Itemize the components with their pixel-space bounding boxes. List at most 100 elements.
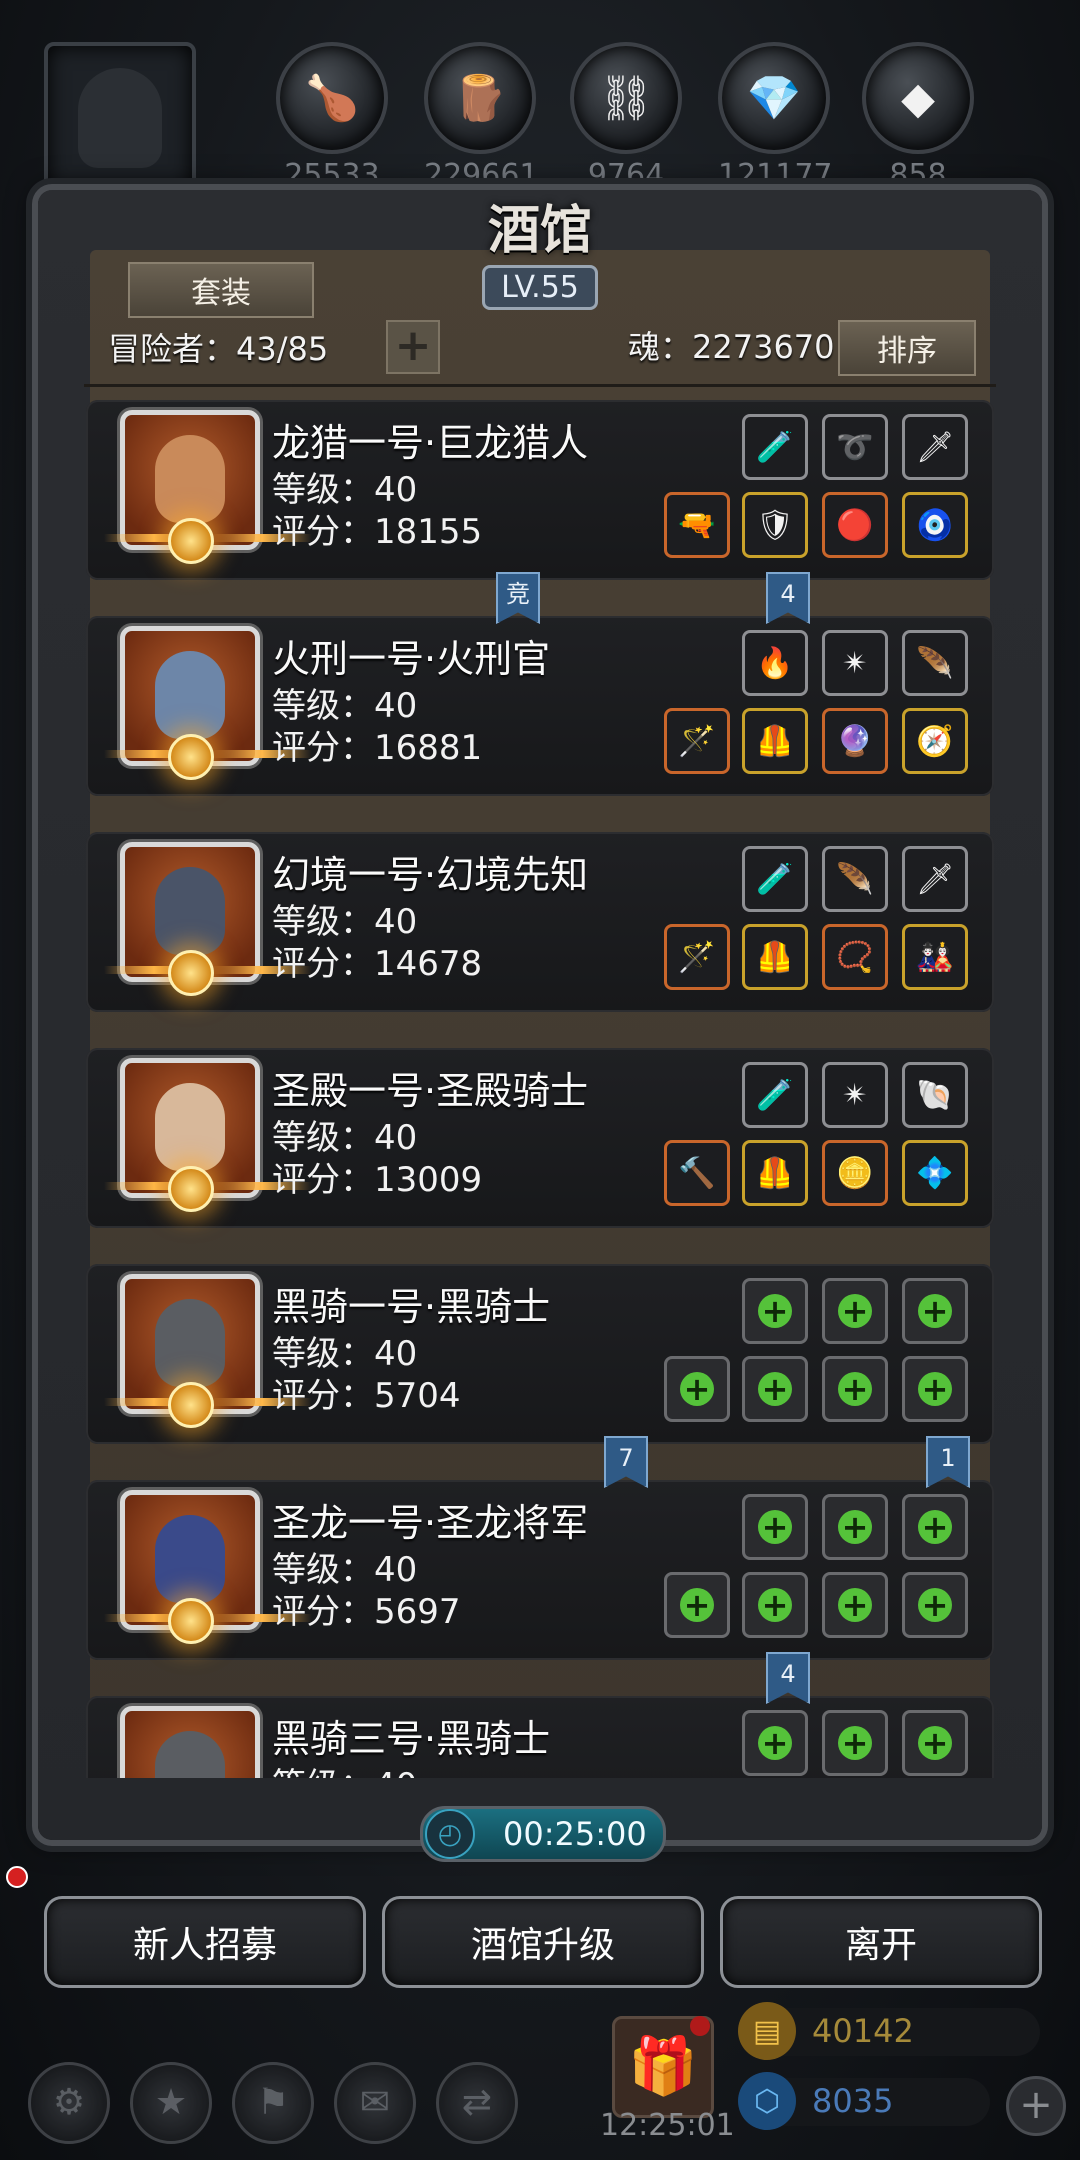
hero-score: 评分：13009 [272,1160,483,1200]
equipment-slot[interactable]: 🗡 [902,414,968,480]
recruit-button[interactable]: 新人招募 [44,1896,366,1988]
gold-icon: ▤ [738,2002,796,2060]
equipment-slot[interactable]: 🦺 [742,1140,808,1206]
resource-meat[interactable]: 🍗 25533 [276,42,388,193]
add-equipment-icon: + [918,1588,952,1622]
rank-medal-icon [168,1166,214,1212]
equipment-slot[interactable]: 🛡 [742,492,808,558]
player-avatar[interactable] [44,42,196,194]
equipment-icon: 🧭 [916,723,954,759]
equipment-slot[interactable]: 🪄 [664,708,730,774]
equipment-slot[interactable]: 🧪 [742,414,808,480]
resource-iron[interactable]: ⛓ 9764 [570,42,682,193]
add-equipment-icon: + [918,1294,952,1328]
equipment-slot[interactable]: + [742,1278,808,1344]
hero-portrait[interactable] [120,1706,260,1778]
hero-score: 评分：5697 [272,1592,461,1632]
wood-icon: 🪵 [424,42,536,154]
equipment-icon: 🧿 [916,507,954,543]
notification-dot [6,1866,28,1888]
header-divider [84,384,996,387]
equipment-slot[interactable]: + [664,1356,730,1422]
trade-icon[interactable]: ⇄ [436,2062,518,2144]
equipment-slot[interactable]: + [822,1278,888,1344]
hero-list[interactable]: 龙猎一号·巨龙猎人 等级：40 评分：18155 🧪 ➰ 🗡 🔫 🛡 🔴 🧿 火刑一号·火刑官 等级：… [86,396,994,1778]
resource-bar: 🍗 25533 🪵 229661 ⛓ 9764 💎 121177 ◆ 858 [0,0,1080,194]
resource-wood[interactable]: 🪵 229661 [424,42,539,193]
equipment-slot[interactable]: 🪄 [664,924,730,990]
clock-icon: ◴ [425,1809,475,1859]
equipment-slot[interactable]: 🔫 [664,492,730,558]
equipment-slot[interactable]: 💠 [902,1140,968,1206]
expand-capacity-button[interactable]: + [386,320,440,374]
equipment-slot[interactable]: + [742,1710,808,1776]
equipment-slot[interactable]: 🔮 [822,708,888,774]
equipment-slot[interactable]: 🦺 [742,708,808,774]
equipment-slot[interactable]: 📿 [822,924,888,990]
equipment-slot[interactable]: 🐚 [902,1062,968,1128]
equipment-icon: 🦺 [756,723,794,759]
hero-card[interactable]: 圣龙一号·圣龙将军 等级：40 评分：5697 + + + + + + + [86,1480,994,1660]
equipment-slot[interactable]: 🪶 [902,630,968,696]
hero-score: 评分：16881 [272,728,483,768]
equipment-slot[interactable]: + [902,1278,968,1344]
equipment-slot[interactable]: + [664,1572,730,1638]
equipment-slot[interactable]: ➰ [822,414,888,480]
hero-card[interactable]: 幻境一号·幻境先知 等级：40 评分：14678 🧪 🪶 🗡 🪄 🦺 📿 🎎 [86,832,994,1012]
hero-face-icon [155,1731,225,1778]
mail-icon[interactable]: ✉ [334,2062,416,2144]
equipment-slot[interactable]: 🦺 [742,924,808,990]
sort-button[interactable]: 排序 [838,320,976,376]
equipment-slot[interactable]: 🧭 [902,708,968,774]
equipment-slot[interactable]: + [902,1572,968,1638]
resource-ore[interactable]: ◆ 858 [862,42,974,193]
equipment-slot[interactable]: + [742,1572,808,1638]
equipment-slot[interactable]: ✴ [822,1062,888,1128]
panel-title: 酒馆 [487,200,592,261]
hero-face-icon [155,1083,225,1171]
achievement-icon[interactable]: ★ [130,2062,212,2144]
equipment-slot[interactable]: + [902,1356,968,1422]
meat-icon: 🍗 [276,42,388,154]
hero-card[interactable]: 龙猎一号·巨龙猎人 等级：40 评分：18155 🧪 ➰ 🗡 🔫 🛡 🔴 🧿 [86,400,994,580]
equipment-slot[interactable]: 🔴 [822,492,888,558]
equipment-slot[interactable]: 🪙 [822,1140,888,1206]
hero-card[interactable]: 圣殿一号·圣殿骑士 等级：40 评分：13009 🧪 ✴ 🐚 🔨 🦺 🪙 💠 [86,1048,994,1228]
hero-card[interactable]: 火刑一号·火刑官 等级：40 评分：16881 🔥 ✴ 🪶 🪄 🦺 🔮 🧭 [86,616,994,796]
equipment-slot[interactable]: + [742,1356,808,1422]
equipment-slot[interactable]: + [822,1710,888,1776]
hero-card[interactable]: 黑骑一号·黑骑士 等级：40 评分：5704 + + + + + + + [86,1264,994,1444]
equipment-slot[interactable]: 🧿 [902,492,968,558]
guild-icon[interactable]: ⚑ [232,2062,314,2144]
equipment-slot[interactable]: 🔨 [664,1140,730,1206]
resource-crystal[interactable]: 💎 121177 [718,42,833,193]
hero-name: 黑骑三号·黑骑士 [272,1717,551,1761]
set-button[interactable]: 套装 [128,262,314,318]
equipment-icon: 🔥 [756,645,794,681]
hero-level: 等级：40 [272,1758,417,1778]
equipment-slot[interactable]: + [742,1494,808,1560]
refresh-timer: ◴ 00:25:00 [420,1806,666,1862]
settings-icon[interactable]: ⚙ [28,2062,110,2144]
equipment-slot[interactable]: + [822,1572,888,1638]
equipment-icon: 🔨 [678,1155,716,1191]
equipment-slot[interactable]: + [822,1356,888,1422]
hero-score: 评分：14678 [272,944,483,984]
equipment-slot[interactable]: 🗡 [902,846,968,912]
hero-card[interactable]: 黑骑三号·黑骑士等级：40 + + + [86,1696,994,1778]
equipment-slot[interactable]: 🎎 [902,924,968,990]
equipment-slot[interactable]: 🔥 [742,630,808,696]
gift-notification-dot [690,2016,710,2036]
equipment-slot[interactable]: + [902,1710,968,1776]
add-currency-button[interactable]: + [1006,2076,1066,2136]
equipment-icon: 🔮 [836,723,874,759]
hero-name: 幻境一号·幻境先知 [272,853,589,897]
upgrade-tavern-button[interactable]: 酒馆升级 [382,1896,704,1988]
equipment-slot[interactable]: 🧪 [742,846,808,912]
equipment-slot[interactable]: + [902,1494,968,1560]
equipment-slot[interactable]: ✴ [822,630,888,696]
equipment-slot[interactable]: 🧪 [742,1062,808,1128]
equipment-slot[interactable]: + [822,1494,888,1560]
leave-button[interactable]: 离开 [720,1896,1042,1988]
equipment-slot[interactable]: 🪶 [822,846,888,912]
